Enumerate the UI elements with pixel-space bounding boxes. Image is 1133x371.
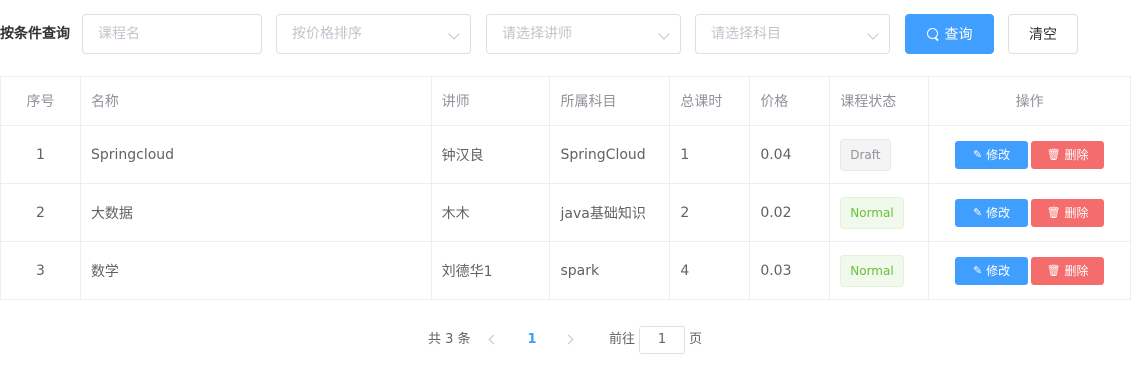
row-name: 大数据 xyxy=(81,184,432,241)
course-table: 序号 名称 讲师 所属科目 总课时 价格 课程状态 操作 1 Springclo… xyxy=(0,76,1131,300)
table-row: 3 数学 刘德华1 spark 4 0.03 Normal ✎ 修改 🗑 删除 xyxy=(1,242,1131,299)
teacher-select[interactable]: 请选择讲师 xyxy=(486,14,681,54)
price-sort-placeholder: 按价格排序 xyxy=(292,26,362,42)
row-actions: ✎ 修改 🗑 删除 xyxy=(929,126,1131,183)
row-name: Springcloud xyxy=(81,126,432,183)
header-status: 课程状态 xyxy=(830,77,930,125)
search-button[interactable]: 查询 xyxy=(905,14,994,54)
status-badge: Normal xyxy=(840,196,904,229)
delete-button-label: 删除 xyxy=(1064,148,1089,162)
filter-label: 按条件查询 xyxy=(0,26,70,42)
page-unit-label: 页 xyxy=(689,332,703,347)
header-lessons: 总课时 xyxy=(670,77,751,125)
edit-button-label: 修改 xyxy=(986,148,1011,162)
page-jump-input[interactable]: 1 xyxy=(639,326,685,354)
chevron-right-icon[interactable] xyxy=(563,334,574,345)
delete-button-label: 删除 xyxy=(1064,264,1089,278)
chevron-down-icon xyxy=(867,28,879,40)
edit-button-label: 修改 xyxy=(986,264,1011,278)
edit-button[interactable]: ✎ 修改 xyxy=(955,198,1029,227)
row-teacher: 木木 xyxy=(432,184,551,241)
edit-icon: ✎ xyxy=(972,264,983,277)
header-teacher: 讲师 xyxy=(432,77,551,125)
clear-button[interactable]: 清空 xyxy=(1008,14,1078,54)
trash-icon: 🗑 xyxy=(1046,264,1061,277)
delete-button[interactable]: 🗑 删除 xyxy=(1031,140,1105,169)
header-name: 名称 xyxy=(81,77,432,125)
header-actions: 操作 xyxy=(929,77,1131,125)
row-status-cell: Normal xyxy=(830,242,930,299)
edit-button[interactable]: ✎ 修改 xyxy=(955,140,1029,169)
delete-button[interactable]: 🗑 删除 xyxy=(1031,256,1105,285)
pagination-total: 共 3 条 xyxy=(428,332,471,347)
row-price: 0.02 xyxy=(750,184,831,241)
row-subject: spark xyxy=(550,242,671,299)
row-name: 数学 xyxy=(81,242,432,299)
search-icon xyxy=(926,27,940,41)
chevron-left-icon[interactable] xyxy=(488,334,499,345)
delete-button[interactable]: 🗑 删除 xyxy=(1031,198,1105,227)
subject-select[interactable]: 请选择科目 xyxy=(695,14,890,54)
row-price: 0.04 xyxy=(750,126,831,183)
row-index: 1 xyxy=(1,126,81,183)
price-sort-select[interactable]: 按价格排序 xyxy=(276,14,471,54)
row-price: 0.03 xyxy=(750,242,831,299)
header-subject: 所属科目 xyxy=(550,77,671,125)
status-badge: Draft xyxy=(840,138,891,171)
row-index: 2 xyxy=(1,184,81,241)
teacher-placeholder: 请选择讲师 xyxy=(502,26,572,42)
search-button-label: 查询 xyxy=(944,27,973,43)
row-status-cell: Draft xyxy=(830,126,930,183)
edit-button[interactable]: ✎ 修改 xyxy=(955,256,1029,285)
row-teacher: 钟汉良 xyxy=(432,126,551,183)
filter-bar: 按条件查询 课程名 按价格排序 请选择讲师 请选择科目 查询 清空 xyxy=(0,14,1133,54)
row-actions: ✎ 修改 🗑 删除 xyxy=(929,184,1131,241)
chevron-down-icon xyxy=(448,28,460,40)
header-price: 价格 xyxy=(750,77,831,125)
trash-icon: 🗑 xyxy=(1046,148,1061,161)
header-index: 序号 xyxy=(1,77,81,125)
course-name-placeholder: 课程名 xyxy=(98,26,140,42)
row-subject: SpringCloud xyxy=(550,126,671,183)
clear-button-label: 清空 xyxy=(1029,27,1057,43)
edit-icon: ✎ xyxy=(972,148,983,161)
status-badge: Normal xyxy=(840,254,904,287)
course-name-input[interactable]: 课程名 xyxy=(82,14,262,54)
table-row: 2 大数据 木木 java基础知识 2 0.02 Normal ✎ 修改 🗑 删… xyxy=(1,184,1131,242)
edit-button-label: 修改 xyxy=(986,206,1011,220)
delete-button-label: 删除 xyxy=(1064,206,1089,220)
row-actions: ✎ 修改 🗑 删除 xyxy=(929,242,1131,299)
table-row: 1 Springcloud 钟汉良 SpringCloud 1 0.04 Dra… xyxy=(1,126,1131,184)
table-header-row: 序号 名称 讲师 所属科目 总课时 价格 课程状态 操作 xyxy=(1,77,1131,126)
pagination: 共 3 条 1 前往 1 页 xyxy=(0,326,1133,354)
row-lessons: 4 xyxy=(670,242,751,299)
row-lessons: 2 xyxy=(670,184,751,241)
goto-label: 前往 xyxy=(609,332,636,347)
row-lessons: 1 xyxy=(670,126,751,183)
chevron-down-icon xyxy=(658,28,670,40)
trash-icon: 🗑 xyxy=(1046,206,1061,219)
row-teacher: 刘德华1 xyxy=(432,242,551,299)
page-number-current[interactable]: 1 xyxy=(520,326,544,354)
row-index: 3 xyxy=(1,242,81,299)
subject-placeholder: 请选择科目 xyxy=(711,26,781,42)
row-status-cell: Normal xyxy=(830,184,930,241)
edit-icon: ✎ xyxy=(972,206,983,219)
row-subject: java基础知识 xyxy=(550,184,671,241)
